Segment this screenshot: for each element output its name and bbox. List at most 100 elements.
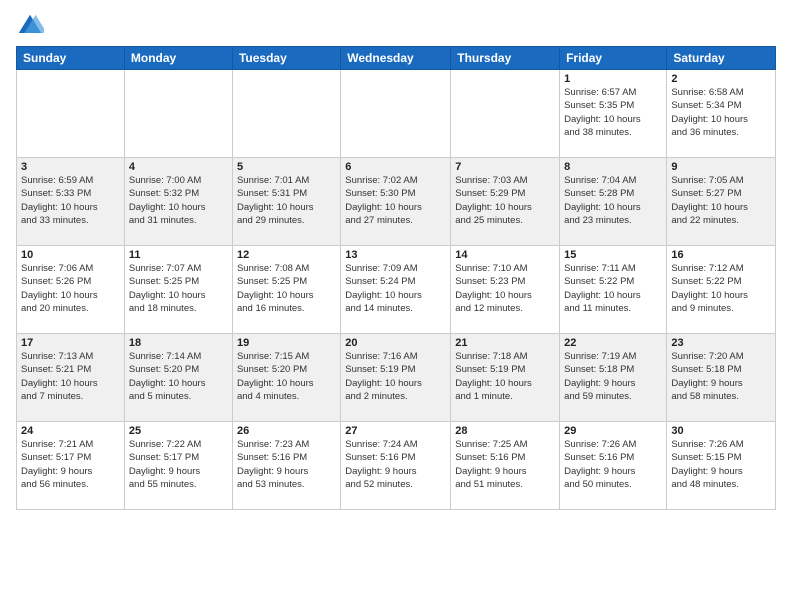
calendar-header: SundayMondayTuesdayWednesdayThursdayFrid… [17, 47, 776, 70]
calendar-cell [124, 70, 232, 158]
day-info: Sunrise: 7:24 AMSunset: 5:16 PMDaylight:… [345, 438, 446, 491]
day-number: 22 [564, 337, 662, 349]
weekday-monday: Monday [124, 47, 232, 70]
day-info: Sunrise: 6:59 AMSunset: 5:33 PMDaylight:… [21, 174, 120, 227]
day-info: Sunrise: 7:12 AMSunset: 5:22 PMDaylight:… [671, 262, 771, 315]
day-number: 28 [455, 425, 555, 437]
day-info: Sunrise: 6:58 AMSunset: 5:34 PMDaylight:… [671, 86, 771, 139]
day-info: Sunrise: 7:03 AMSunset: 5:29 PMDaylight:… [455, 174, 555, 227]
day-number: 13 [345, 249, 446, 261]
day-number: 14 [455, 249, 555, 261]
calendar-cell: 23Sunrise: 7:20 AMSunset: 5:18 PMDayligh… [667, 334, 776, 422]
calendar-cell: 14Sunrise: 7:10 AMSunset: 5:23 PMDayligh… [451, 246, 560, 334]
day-number: 8 [564, 161, 662, 173]
calendar-cell: 22Sunrise: 7:19 AMSunset: 5:18 PMDayligh… [560, 334, 667, 422]
calendar-cell: 7Sunrise: 7:03 AMSunset: 5:29 PMDaylight… [451, 158, 560, 246]
header [16, 12, 776, 40]
day-info: Sunrise: 7:00 AMSunset: 5:32 PMDaylight:… [129, 174, 228, 227]
day-number: 24 [21, 425, 120, 437]
calendar-cell: 8Sunrise: 7:04 AMSunset: 5:28 PMDaylight… [560, 158, 667, 246]
day-number: 2 [671, 73, 771, 85]
day-number: 7 [455, 161, 555, 173]
calendar-cell [17, 70, 125, 158]
day-number: 12 [237, 249, 336, 261]
day-info: Sunrise: 7:20 AMSunset: 5:18 PMDaylight:… [671, 350, 771, 403]
calendar-cell: 12Sunrise: 7:08 AMSunset: 5:25 PMDayligh… [232, 246, 340, 334]
calendar-cell: 25Sunrise: 7:22 AMSunset: 5:17 PMDayligh… [124, 422, 232, 510]
week-row-3: 10Sunrise: 7:06 AMSunset: 5:26 PMDayligh… [17, 246, 776, 334]
day-info: Sunrise: 7:06 AMSunset: 5:26 PMDaylight:… [21, 262, 120, 315]
calendar-cell: 6Sunrise: 7:02 AMSunset: 5:30 PMDaylight… [341, 158, 451, 246]
calendar-cell: 19Sunrise: 7:15 AMSunset: 5:20 PMDayligh… [232, 334, 340, 422]
day-number: 6 [345, 161, 446, 173]
day-number: 21 [455, 337, 555, 349]
calendar-cell [451, 70, 560, 158]
day-number: 17 [21, 337, 120, 349]
day-info: Sunrise: 7:04 AMSunset: 5:28 PMDaylight:… [564, 174, 662, 227]
day-number: 9 [671, 161, 771, 173]
day-number: 23 [671, 337, 771, 349]
calendar-cell: 17Sunrise: 7:13 AMSunset: 5:21 PMDayligh… [17, 334, 125, 422]
day-number: 16 [671, 249, 771, 261]
calendar-cell: 16Sunrise: 7:12 AMSunset: 5:22 PMDayligh… [667, 246, 776, 334]
week-row-1: 1Sunrise: 6:57 AMSunset: 5:35 PMDaylight… [17, 70, 776, 158]
day-number: 19 [237, 337, 336, 349]
day-info: Sunrise: 7:11 AMSunset: 5:22 PMDaylight:… [564, 262, 662, 315]
day-number: 1 [564, 73, 662, 85]
weekday-header-row: SundayMondayTuesdayWednesdayThursdayFrid… [17, 47, 776, 70]
day-info: Sunrise: 7:16 AMSunset: 5:19 PMDaylight:… [345, 350, 446, 403]
day-info: Sunrise: 7:19 AMSunset: 5:18 PMDaylight:… [564, 350, 662, 403]
calendar-cell: 18Sunrise: 7:14 AMSunset: 5:20 PMDayligh… [124, 334, 232, 422]
day-number: 27 [345, 425, 446, 437]
day-number: 11 [129, 249, 228, 261]
logo [16, 12, 48, 40]
day-info: Sunrise: 7:10 AMSunset: 5:23 PMDaylight:… [455, 262, 555, 315]
calendar-cell: 20Sunrise: 7:16 AMSunset: 5:19 PMDayligh… [341, 334, 451, 422]
calendar-cell: 15Sunrise: 7:11 AMSunset: 5:22 PMDayligh… [560, 246, 667, 334]
day-info: Sunrise: 7:07 AMSunset: 5:25 PMDaylight:… [129, 262, 228, 315]
day-number: 30 [671, 425, 771, 437]
calendar-cell: 3Sunrise: 6:59 AMSunset: 5:33 PMDaylight… [17, 158, 125, 246]
calendar-cell: 28Sunrise: 7:25 AMSunset: 5:16 PMDayligh… [451, 422, 560, 510]
day-info: Sunrise: 7:15 AMSunset: 5:20 PMDaylight:… [237, 350, 336, 403]
weekday-saturday: Saturday [667, 47, 776, 70]
day-info: Sunrise: 7:18 AMSunset: 5:19 PMDaylight:… [455, 350, 555, 403]
calendar-cell: 9Sunrise: 7:05 AMSunset: 5:27 PMDaylight… [667, 158, 776, 246]
day-info: Sunrise: 7:13 AMSunset: 5:21 PMDaylight:… [21, 350, 120, 403]
day-info: Sunrise: 6:57 AMSunset: 5:35 PMDaylight:… [564, 86, 662, 139]
day-info: Sunrise: 7:22 AMSunset: 5:17 PMDaylight:… [129, 438, 228, 491]
day-info: Sunrise: 7:21 AMSunset: 5:17 PMDaylight:… [21, 438, 120, 491]
day-number: 3 [21, 161, 120, 173]
page: SundayMondayTuesdayWednesdayThursdayFrid… [0, 0, 792, 518]
calendar-cell: 4Sunrise: 7:00 AMSunset: 5:32 PMDaylight… [124, 158, 232, 246]
calendar-cell: 27Sunrise: 7:24 AMSunset: 5:16 PMDayligh… [341, 422, 451, 510]
week-row-5: 24Sunrise: 7:21 AMSunset: 5:17 PMDayligh… [17, 422, 776, 510]
day-info: Sunrise: 7:26 AMSunset: 5:16 PMDaylight:… [564, 438, 662, 491]
day-number: 18 [129, 337, 228, 349]
day-info: Sunrise: 7:02 AMSunset: 5:30 PMDaylight:… [345, 174, 446, 227]
calendar-cell: 1Sunrise: 6:57 AMSunset: 5:35 PMDaylight… [560, 70, 667, 158]
day-info: Sunrise: 7:14 AMSunset: 5:20 PMDaylight:… [129, 350, 228, 403]
weekday-tuesday: Tuesday [232, 47, 340, 70]
calendar: SundayMondayTuesdayWednesdayThursdayFrid… [16, 46, 776, 510]
week-row-2: 3Sunrise: 6:59 AMSunset: 5:33 PMDaylight… [17, 158, 776, 246]
calendar-cell: 21Sunrise: 7:18 AMSunset: 5:19 PMDayligh… [451, 334, 560, 422]
calendar-body: 1Sunrise: 6:57 AMSunset: 5:35 PMDaylight… [17, 70, 776, 510]
calendar-cell: 24Sunrise: 7:21 AMSunset: 5:17 PMDayligh… [17, 422, 125, 510]
day-number: 5 [237, 161, 336, 173]
weekday-thursday: Thursday [451, 47, 560, 70]
day-number: 15 [564, 249, 662, 261]
calendar-cell: 11Sunrise: 7:07 AMSunset: 5:25 PMDayligh… [124, 246, 232, 334]
calendar-cell: 13Sunrise: 7:09 AMSunset: 5:24 PMDayligh… [341, 246, 451, 334]
calendar-cell: 29Sunrise: 7:26 AMSunset: 5:16 PMDayligh… [560, 422, 667, 510]
day-number: 29 [564, 425, 662, 437]
weekday-friday: Friday [560, 47, 667, 70]
weekday-wednesday: Wednesday [341, 47, 451, 70]
day-info: Sunrise: 7:05 AMSunset: 5:27 PMDaylight:… [671, 174, 771, 227]
day-info: Sunrise: 7:01 AMSunset: 5:31 PMDaylight:… [237, 174, 336, 227]
logo-icon [16, 12, 44, 40]
calendar-cell [232, 70, 340, 158]
day-number: 20 [345, 337, 446, 349]
day-info: Sunrise: 7:26 AMSunset: 5:15 PMDaylight:… [671, 438, 771, 491]
day-number: 10 [21, 249, 120, 261]
